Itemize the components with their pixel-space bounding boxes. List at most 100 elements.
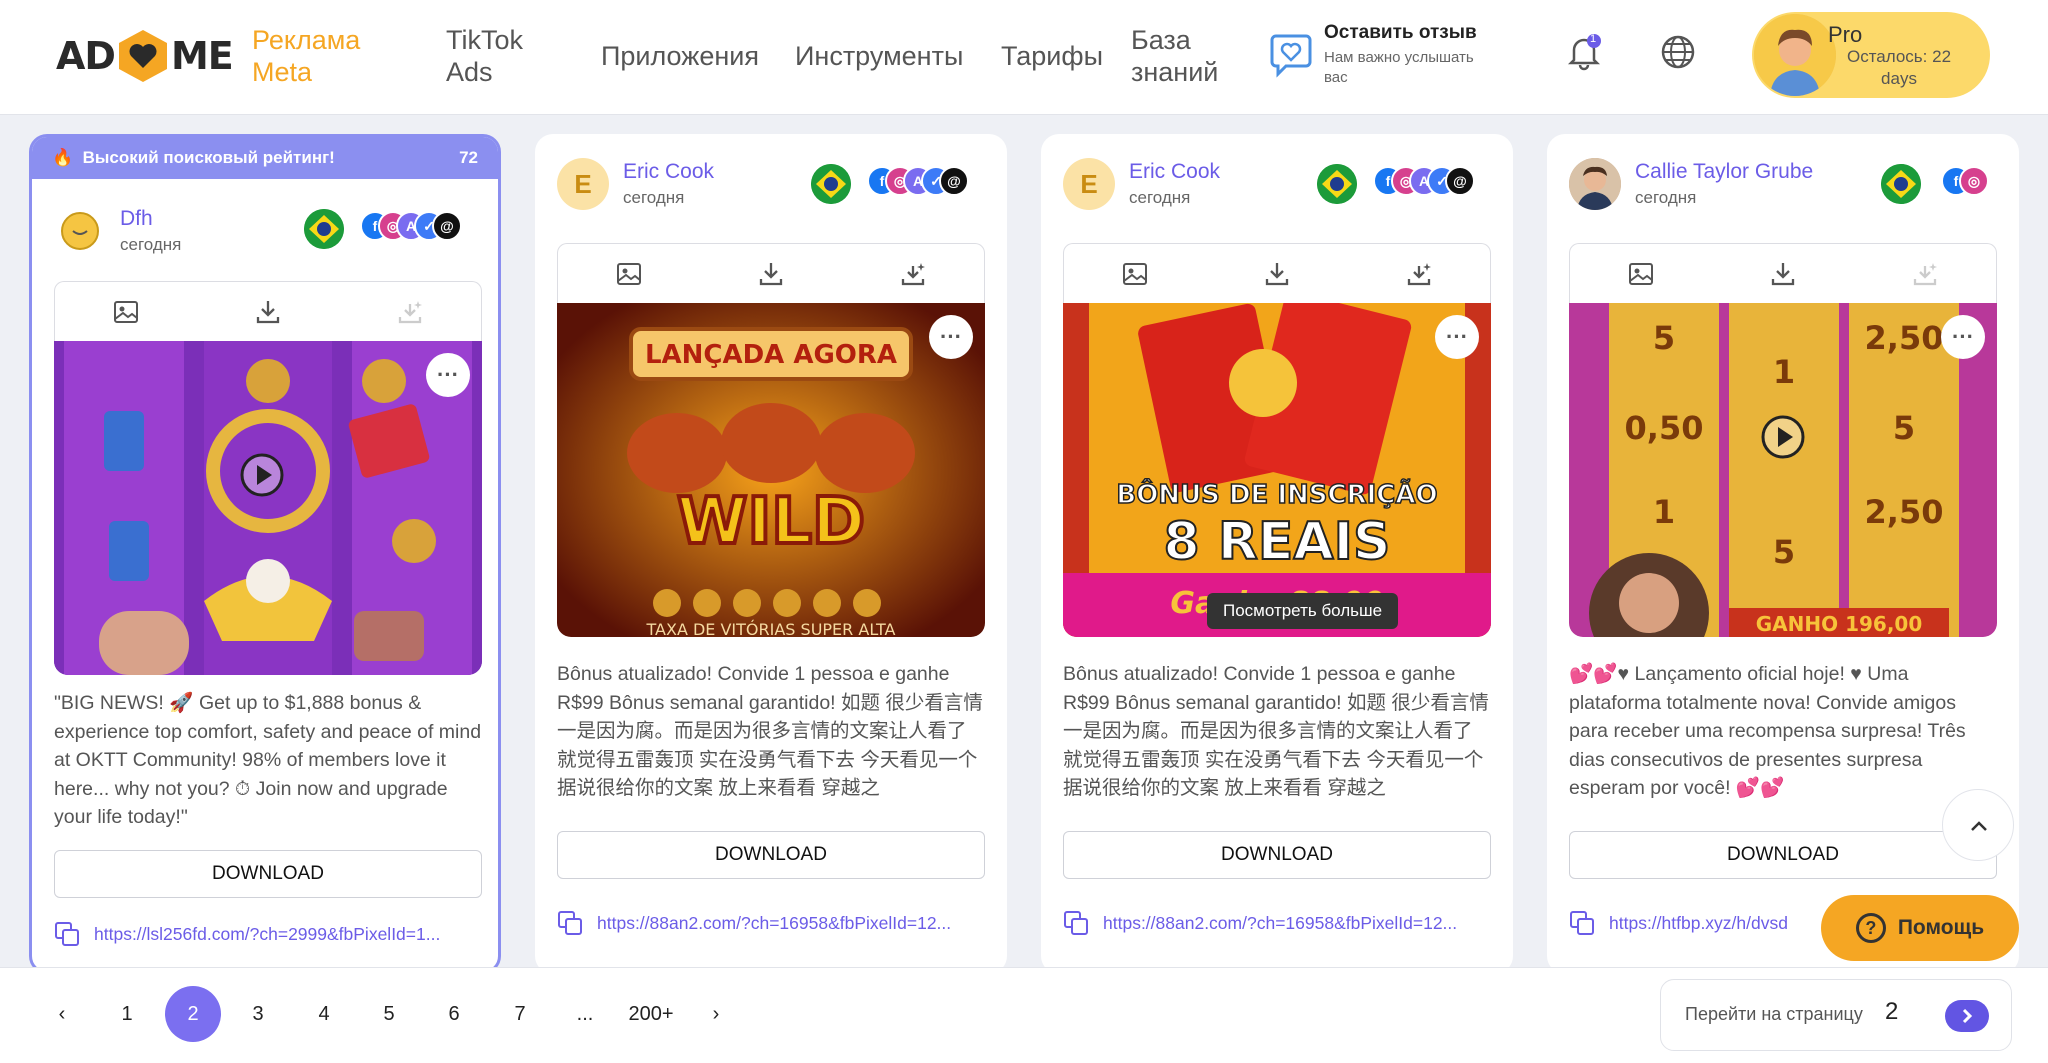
ad-link[interactable]: https://htfbp.xyz/h/dvsd xyxy=(1569,910,1788,936)
logo-heart-icon xyxy=(118,30,167,82)
author-name: Eric Cook xyxy=(623,160,715,183)
ad-media[interactable]: LANÇADA AGORA WILD TAXA DE VITÓRIAS SUPE… xyxy=(557,303,985,637)
nav-tools[interactable]: Инструменты xyxy=(795,40,963,72)
link-url[interactable]: https://lsl256fd.com/?ch=2999&fbPixelId=… xyxy=(94,924,440,945)
page-button[interactable]: 4 xyxy=(296,986,352,1042)
page-button[interactable]: 3 xyxy=(230,986,286,1042)
more-options-button[interactable]: ··· xyxy=(1435,315,1479,359)
help-button[interactable]: ? Помощь xyxy=(1821,895,2019,961)
media-line1: BÔNUS DE INSCRIÇÃO xyxy=(1116,478,1437,510)
download-button[interactable]: DOWNLOAD xyxy=(557,831,985,879)
ad-media[interactable]: BÔNUS DE INSCRIÇÃO 8 REAIS Ganhe 88,00 ·… xyxy=(1063,303,1491,637)
nav-apps[interactable]: Приложения xyxy=(601,40,759,72)
download-icon[interactable] xyxy=(1769,260,1797,288)
author-avatar xyxy=(54,205,106,257)
page-button[interactable]: 7 xyxy=(492,986,548,1042)
slot-game-image: 5 2,50 1 0,50 5 1 2,50 5 GANHO 196,00 xyxy=(1569,303,1997,637)
author-avatar: E xyxy=(1063,158,1115,210)
download-button[interactable]: DOWNLOAD xyxy=(54,850,482,898)
media-main-text: WILD xyxy=(677,485,865,559)
ad-link[interactable]: https://88an2.com/?ch=16958&fbPixelId=12… xyxy=(557,910,951,936)
download-icon[interactable] xyxy=(1263,260,1291,288)
magic-download-icon[interactable] xyxy=(899,260,927,288)
image-icon[interactable] xyxy=(1627,260,1655,288)
ad-text: "BIG NEWS! 🚀 Get up to $1,888 bonus & ex… xyxy=(54,692,482,828)
page-button[interactable]: 6 xyxy=(426,986,482,1042)
link-url[interactable]: https://htfbp.xyz/h/dvsd xyxy=(1609,913,1788,934)
feedback-link[interactable]: Оставить отзыв Нам важно услышать вас xyxy=(1270,22,1499,88)
brazil-flag-icon xyxy=(811,164,851,204)
play-icon[interactable] xyxy=(238,451,286,499)
logo-text-right: ME xyxy=(170,34,234,78)
logo[interactable]: AD ME xyxy=(56,28,234,84)
next-page-button[interactable]: › xyxy=(688,986,744,1042)
download-icon[interactable] xyxy=(757,260,785,288)
ad-text: Bônus atualizado! Convide 1 pessoa e gan… xyxy=(557,663,983,799)
slot-value: 1 xyxy=(1773,353,1795,391)
more-options-button[interactable]: ··· xyxy=(1941,315,1985,359)
magic-download-icon[interactable] xyxy=(396,298,424,326)
platforms: f ◎ A ✓ @ xyxy=(1373,166,1475,202)
ad-media[interactable]: 5 2,50 1 0,50 5 1 2,50 5 GANHO 196,00 ··… xyxy=(1569,303,1997,637)
ad-card[interactable]: 🔥 Высокий поисковый рейтинг! 72 Dfh сего… xyxy=(29,134,501,974)
ad-link[interactable]: https://lsl256fd.com/?ch=2999&fbPixelId=… xyxy=(54,921,440,947)
jump-go-button[interactable] xyxy=(1945,1000,1989,1032)
more-options-button[interactable]: ··· xyxy=(929,315,973,359)
copy-icon[interactable] xyxy=(1063,910,1089,936)
media-title: LANÇADA AGORA xyxy=(645,340,897,370)
prev-page-button[interactable]: ‹ xyxy=(34,986,90,1042)
plan-badge[interactable]: Pro Осталось: 22 days xyxy=(1752,12,1990,98)
author[interactable]: Callie Taylor Grube сегодня xyxy=(1569,158,1813,210)
media-footer: TAXA DE VITÓRIAS SUPER ALTA xyxy=(646,620,896,637)
link-url[interactable]: https://88an2.com/?ch=16958&fbPixelId=12… xyxy=(1103,913,1457,934)
author[interactable]: Dfh сегодня xyxy=(54,205,181,257)
jump-to-page: Перейти на страницу 2 xyxy=(1660,979,2012,1051)
nav-pricing[interactable]: Тарифы xyxy=(1001,40,1103,72)
image-icon[interactable] xyxy=(112,298,140,326)
help-icon: ? xyxy=(1855,913,1886,943)
jump-page-input[interactable]: 2 xyxy=(1885,998,1898,1026)
play-icon[interactable] xyxy=(1759,413,1807,461)
scroll-top-button[interactable] xyxy=(1942,789,2014,861)
ad-text: Bônus atualizado! Convide 1 pessoa e gan… xyxy=(1063,663,1489,799)
ad-media[interactable]: ··· xyxy=(54,341,482,675)
post-date: сегодня xyxy=(1635,188,1697,207)
download-button[interactable]: DOWNLOAD xyxy=(1569,831,1997,879)
page-button[interactable]: 200+ xyxy=(619,986,683,1042)
bell-icon xyxy=(1567,34,1601,71)
slot-value: 5 xyxy=(1893,409,1915,447)
slot-game-image xyxy=(54,341,482,675)
chevron-up-icon xyxy=(1971,821,1987,831)
post-date: сегодня xyxy=(120,235,182,254)
page-button-current[interactable]: 2 xyxy=(165,986,221,1042)
page-button[interactable]: 5 xyxy=(361,986,417,1042)
image-icon[interactable] xyxy=(1121,260,1149,288)
slot-value: 0,50 xyxy=(1625,409,1704,447)
copy-icon[interactable] xyxy=(557,910,583,936)
author[interactable]: E Eric Cook сегодня xyxy=(1063,158,1220,210)
magic-download-icon[interactable] xyxy=(1911,260,1939,288)
nav-tiktok-ads[interactable]: TikTok Ads xyxy=(446,24,546,88)
image-icon[interactable] xyxy=(615,260,643,288)
notifications-button[interactable]: 1 xyxy=(1564,32,1604,72)
slot-value: 5 xyxy=(1653,319,1675,357)
link-url[interactable]: https://88an2.com/?ch=16958&fbPixelId=12… xyxy=(597,913,951,934)
nav-meta-ads[interactable]: Реклама Meta xyxy=(252,24,382,88)
copy-icon[interactable] xyxy=(1569,910,1595,936)
media-toolbar xyxy=(1569,243,1997,303)
magic-download-icon[interactable] xyxy=(1405,260,1433,288)
more-options-button[interactable]: ··· xyxy=(426,353,470,397)
language-button[interactable] xyxy=(1658,32,1698,72)
copy-icon[interactable] xyxy=(54,921,80,947)
page-button[interactable]: 1 xyxy=(99,986,155,1042)
download-button[interactable]: DOWNLOAD xyxy=(1063,831,1491,879)
author[interactable]: E Eric Cook сегодня xyxy=(557,158,714,210)
threads-icon: @ xyxy=(939,166,969,196)
download-icon[interactable] xyxy=(254,298,282,326)
slot-game-image: LANÇADA AGORA WILD TAXA DE VITÓRIAS SUPE… xyxy=(557,303,985,637)
ad-card[interactable]: E Eric Cook сегодня f ◎ A ✓ @ BÔNUS DE I… xyxy=(1041,134,1513,974)
ad-card[interactable]: E Eric Cook сегодня f ◎ A ✓ @ LANÇADA AG… xyxy=(535,134,1007,974)
media-footer: GANHO 196,00 xyxy=(1756,612,1923,636)
nav-knowledge-base[interactable]: База знаний xyxy=(1131,24,1231,88)
ad-link[interactable]: https://88an2.com/?ch=16958&fbPixelId=12… xyxy=(1063,910,1457,936)
